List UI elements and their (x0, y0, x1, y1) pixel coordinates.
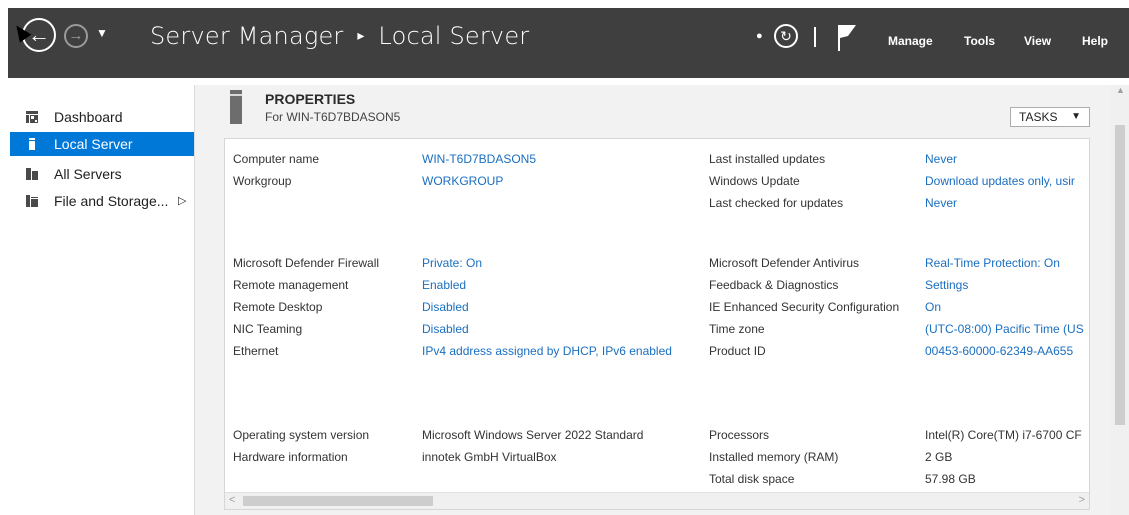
prop-value-link[interactable]: On (925, 300, 941, 314)
prop-label: Workgroup (233, 174, 292, 188)
prop-value-link[interactable]: WIN-T6D7BDASON5 (422, 152, 536, 166)
prop-label: IE Enhanced Security Configuration (709, 300, 900, 314)
prop-value-link[interactable]: Enabled (422, 278, 466, 292)
sidebar-item-all-servers[interactable]: All Servers (10, 162, 194, 186)
prop-label: Time zone (709, 322, 765, 336)
prop-label: Operating system version (233, 428, 370, 442)
breadcrumb-current: Local Server (378, 22, 530, 50)
prop-value-link[interactable]: Disabled (422, 322, 469, 336)
prop-value-link[interactable]: Never (925, 196, 957, 210)
tasks-button[interactable]: TASKS ▼ (1010, 107, 1090, 127)
tasks-label: TASKS (1019, 110, 1058, 124)
scroll-thumb[interactable] (1115, 125, 1125, 425)
server-icon (29, 138, 35, 150)
menu-manage[interactable]: Manage (888, 34, 933, 48)
prop-value-link[interactable]: Never (925, 152, 957, 166)
chevron-down-icon: ▼ (1071, 111, 1081, 122)
prop-value-link[interactable]: 00453-60000-62349-AA655 (925, 344, 1073, 358)
prop-label: Windows Update (709, 174, 800, 188)
sidebar-item-label: All Servers (54, 166, 122, 182)
prop-value: Intel(R) Core(TM) i7-6700 CF (925, 428, 1082, 442)
prop-label: Remote management (233, 278, 349, 292)
prop-value-link[interactable]: Real-Time Protection: On (925, 256, 1060, 270)
prop-label: Feedback & Diagnostics (709, 278, 839, 292)
toolbar-divider (814, 27, 816, 47)
prop-label: Last installed updates (709, 152, 826, 166)
prop-label: Hardware information (233, 450, 348, 464)
prop-label: Microsoft Defender Firewall (233, 256, 380, 270)
dashboard-icon (26, 111, 38, 123)
prop-value-link[interactable]: WORKGROUP (422, 174, 503, 188)
menu-view[interactable]: View (1024, 34, 1051, 48)
prop-label: NIC Teaming (233, 322, 303, 336)
breadcrumb: Server Manager ▸ Local Server (150, 22, 529, 50)
title-bar: ← → ▼ Server Manager ▸ Local Server ● ↻ … (0, 0, 1129, 85)
sidebar-item-label: Local Server (54, 136, 133, 152)
prop-label: Last checked for updates (709, 196, 844, 210)
refresh-dropdown-icon[interactable]: ● (756, 30, 763, 42)
breadcrumb-separator-icon: ▸ (357, 28, 365, 44)
prop-value-link[interactable]: (UTC-08:00) Pacific Time (US (925, 322, 1084, 336)
history-dropdown-icon[interactable]: ▼ (96, 26, 108, 40)
horizontal-scrollbar[interactable]: < > (225, 492, 1089, 509)
expand-arrow-icon[interactable]: ▷ (178, 189, 186, 213)
prop-value: innotek GmbH VirtualBox (422, 450, 557, 464)
prop-value-link[interactable]: Settings (925, 278, 968, 292)
prop-label: Microsoft Defender Antivirus (709, 256, 860, 270)
prop-label: Installed memory (RAM) (709, 450, 839, 464)
prop-label: Ethernet (233, 344, 279, 358)
properties-subtitle: For WIN-T6D7BDASON5 (265, 110, 401, 124)
prop-label: Remote Desktop (233, 300, 323, 314)
forward-arrow-icon[interactable]: → (64, 24, 88, 48)
app-title: Server Manager (150, 22, 344, 50)
properties-title: PROPERTIES (265, 91, 356, 107)
sidebar-item-local-server[interactable]: Local Server (10, 132, 194, 156)
prop-value: 57.98 GB (925, 472, 976, 486)
prop-value: 2 GB (925, 450, 953, 464)
prop-value-link[interactable]: Private: On (422, 256, 482, 270)
prop-label: Total disk space (709, 472, 795, 486)
menu-help[interactable]: Help (1082, 34, 1108, 48)
sidebar-item-dashboard[interactable]: Dashboard (10, 105, 194, 129)
sidebar: Dashboard Local Server All Servers File … (8, 85, 195, 515)
vertical-scrollbar[interactable]: ▲ (1111, 85, 1129, 515)
properties-panel: Computer name WIN-T6D7BDASON5 Workgroup … (224, 138, 1090, 510)
menu-tools[interactable]: Tools (964, 34, 995, 48)
sidebar-item-label: Dashboard (54, 109, 123, 125)
storage-icon (26, 195, 38, 207)
prop-label: Product ID (709, 344, 766, 358)
main-content: PROPERTIES For WIN-T6D7BDASON5 TASKS ▼ C… (195, 85, 1129, 515)
prop-value: Microsoft Windows Server 2022 Standard (422, 428, 644, 442)
servers-icon (26, 168, 38, 180)
prop-value-link[interactable]: Disabled (422, 300, 469, 314)
scroll-up-icon[interactable]: ▲ (1116, 85, 1125, 95)
sidebar-item-label: File and Storage... (54, 193, 169, 209)
prop-value-link[interactable]: Download updates only, usir (925, 174, 1075, 188)
prop-label: Computer name (233, 152, 320, 166)
server-tile-icon (230, 90, 242, 124)
scroll-right-icon[interactable]: > (1079, 494, 1085, 506)
sidebar-item-file-and-storage[interactable]: File and Storage... ▷ (10, 189, 194, 213)
prop-label: Processors (709, 428, 770, 442)
notifications-flag-icon[interactable] (836, 24, 858, 52)
scroll-left-icon[interactable]: < (229, 494, 235, 506)
refresh-icon[interactable]: ↻ (774, 24, 798, 48)
scroll-thumb[interactable] (243, 496, 433, 506)
prop-value-link[interactable]: IPv4 address assigned by DHCP, IPv6 enab… (422, 344, 672, 358)
